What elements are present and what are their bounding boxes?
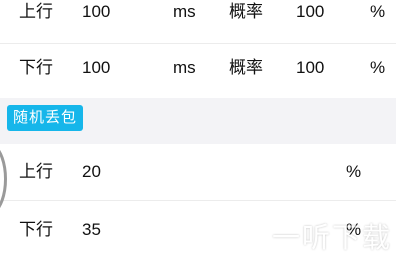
watermark-text: 一听下载	[271, 221, 392, 254]
delay-uplink-probability-label: 概率	[229, 2, 263, 21]
divider	[0, 43, 396, 44]
divider	[0, 200, 396, 201]
delay-downlink-probability-label: 概率	[229, 58, 263, 77]
delay-downlink-label: 下行	[19, 58, 53, 77]
packet-loss-section-header: 随机丢包	[0, 98, 396, 144]
delay-downlink-probability-unit: %	[370, 58, 386, 77]
delay-uplink-unit: ms	[173, 2, 196, 21]
watermark: 一听下载	[226, 214, 392, 258]
packet-loss-downlink-value[interactable]: 35	[82, 207, 101, 253]
packet-loss-uplink-unit: %	[346, 162, 362, 181]
delay-row-downlink: 下行 100 ms 概率 100 %	[0, 45, 396, 91]
delay-uplink-probability-value[interactable]: 100	[296, 0, 324, 35]
packet-loss-row-uplink: 上行 20 %	[0, 149, 396, 195]
packet-loss-downlink-label: 下行	[19, 220, 53, 239]
delay-downlink-probability-value[interactable]: 100	[296, 45, 324, 91]
delay-uplink-label: 上行	[19, 2, 53, 21]
edge-arc-decoration	[0, 150, 7, 208]
packet-loss-uplink-value[interactable]: 20	[82, 149, 101, 195]
packet-loss-uplink-label: 上行	[19, 162, 53, 181]
delay-row-uplink: 上行 100 ms 概率 100 %	[0, 0, 396, 35]
yiting-logo-icon	[226, 216, 266, 256]
delay-downlink-unit: ms	[173, 58, 196, 77]
delay-uplink-probability-unit: %	[370, 2, 386, 21]
packet-loss-section-tag: 随机丢包	[7, 105, 84, 131]
delay-downlink-value[interactable]: 100	[82, 45, 110, 91]
delay-uplink-value[interactable]: 100	[82, 0, 110, 35]
